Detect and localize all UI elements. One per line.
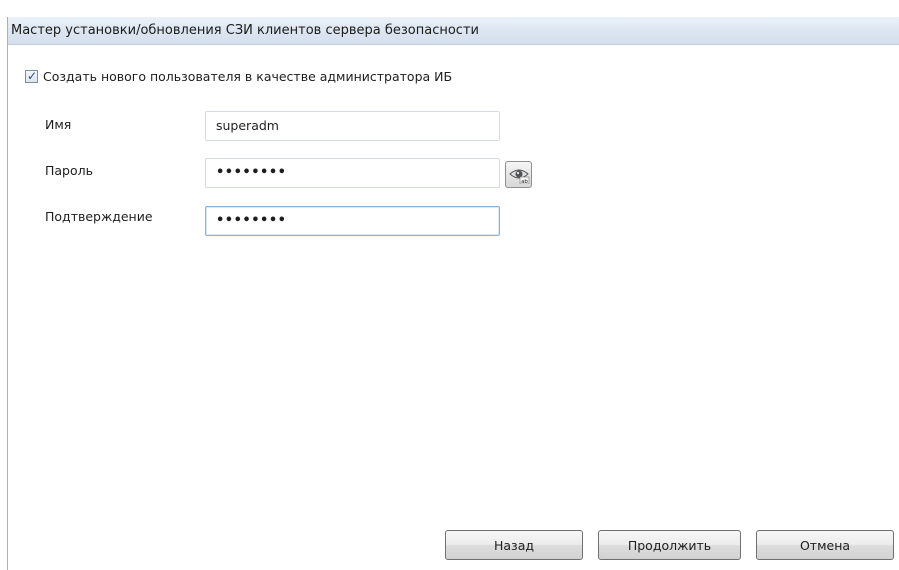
- create-admin-label[interactable]: Создать нового пользователя в качестве а…: [43, 69, 452, 84]
- back-button[interactable]: Назад: [445, 530, 583, 560]
- background-strip: [0, 0, 899, 17]
- window-title: Мастер установки/обновления СЗИ клиентов…: [11, 23, 479, 38]
- password-label: Пароль: [45, 163, 93, 178]
- show-password-button[interactable]: ab: [505, 161, 532, 188]
- title-bar: Мастер установки/обновления СЗИ клиентов…: [8, 17, 899, 45]
- confirm-label: Подтверждение: [45, 209, 153, 224]
- installer-wizard-window: Мастер установки/обновления СЗИ клиентов…: [7, 17, 899, 570]
- checkmark-icon: ✓: [27, 68, 38, 83]
- confirm-password-input[interactable]: ••••••••: [205, 206, 500, 236]
- name-label: Имя: [45, 117, 72, 132]
- create-admin-checkbox[interactable]: ✓: [25, 68, 38, 83]
- continue-button[interactable]: Продолжить: [598, 530, 741, 560]
- svg-text:ab: ab: [521, 178, 528, 183]
- eye-icon: ab: [508, 169, 529, 184]
- create-admin-checkbox-row[interactable]: ✓ Создать нового пользователя в качестве…: [25, 68, 452, 84]
- cancel-button[interactable]: Отмена: [756, 530, 894, 560]
- password-input[interactable]: ••••••••: [205, 158, 500, 188]
- name-input[interactable]: superadm: [205, 111, 500, 141]
